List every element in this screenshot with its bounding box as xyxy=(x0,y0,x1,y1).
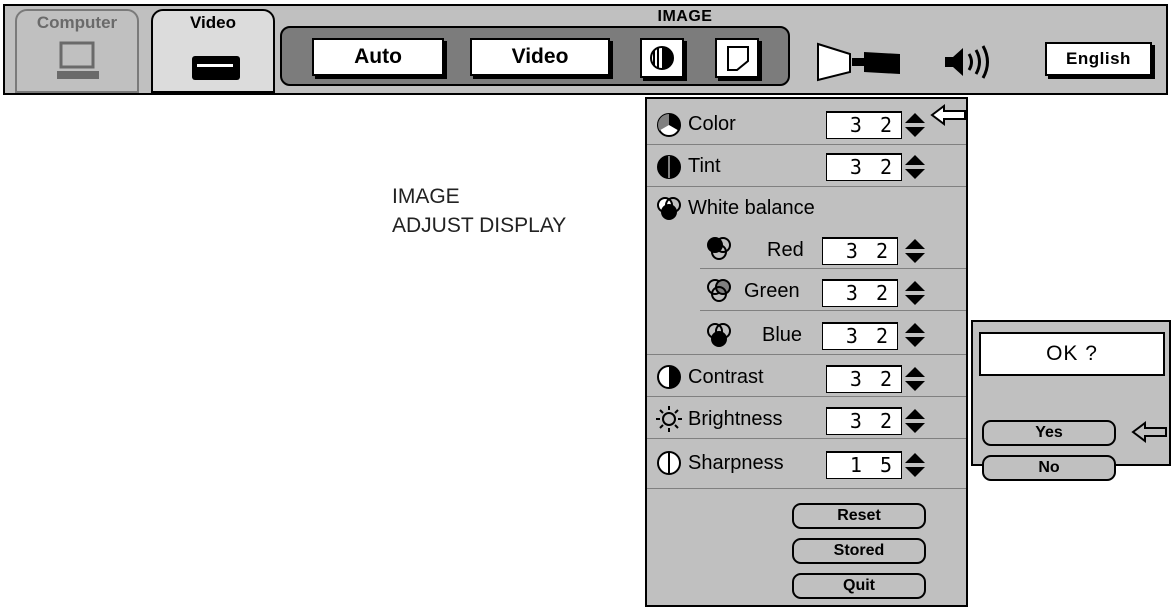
red-spin-icon[interactable] xyxy=(904,238,926,264)
blue-icon xyxy=(707,323,731,347)
green-spin-icon[interactable] xyxy=(904,280,926,306)
color-spin-icon[interactable] xyxy=(904,112,926,138)
white-balance-icon xyxy=(657,197,681,220)
yes-button[interactable]: Yes xyxy=(982,420,1116,446)
color-label: Color xyxy=(688,113,736,135)
selection-arrow-icon xyxy=(930,104,966,126)
blue-label: Blue xyxy=(762,324,803,346)
red-icon xyxy=(707,237,731,260)
green-icon xyxy=(707,279,731,302)
row-divider xyxy=(647,186,966,187)
tab-computer[interactable]: Computer xyxy=(15,9,139,93)
row-divider xyxy=(700,268,966,269)
stored-button[interactable]: Stored xyxy=(792,538,926,564)
tint-value[interactable]: 3 2 xyxy=(826,153,902,181)
screen-icon xyxy=(727,46,749,71)
vcr-icon xyxy=(192,56,240,80)
confirm-prompt: OK ? xyxy=(979,332,1165,376)
screen-button[interactable] xyxy=(715,38,759,78)
image-adjust-icon xyxy=(650,46,674,70)
tint-spin-icon[interactable] xyxy=(904,154,926,180)
red-value[interactable]: 3 2 xyxy=(822,237,898,265)
reset-button[interactable]: Reset xyxy=(792,503,926,529)
menu-title: IMAGE xyxy=(657,8,713,25)
tab-computer-label: Computer xyxy=(36,13,118,32)
image-adjust-button[interactable] xyxy=(640,38,684,78)
caption-title: IMAGE xyxy=(392,185,460,208)
language-button[interactable]: English xyxy=(1045,42,1152,76)
tint-icon xyxy=(657,155,681,179)
contrast-icon xyxy=(657,365,681,389)
row-divider xyxy=(647,488,966,489)
tint-label: Tint xyxy=(688,155,721,177)
sharpness-icon xyxy=(657,451,681,475)
contrast-value[interactable]: 3 2 xyxy=(826,365,902,393)
red-label: Red xyxy=(767,239,804,261)
auto-button[interactable]: Auto xyxy=(312,38,444,76)
sharpness-label: Sharpness xyxy=(688,452,784,474)
row-divider xyxy=(647,438,966,439)
brightness-spin-icon[interactable] xyxy=(904,408,926,434)
green-value[interactable]: 3 2 xyxy=(822,279,898,307)
contrast-spin-icon[interactable] xyxy=(904,366,926,392)
no-button[interactable]: No xyxy=(982,455,1116,481)
green-label: Green xyxy=(744,280,800,302)
sharpness-spin-icon[interactable] xyxy=(904,452,926,478)
tab-video-label: Video xyxy=(190,13,236,32)
speaker-icon[interactable] xyxy=(943,44,1003,80)
tab-video[interactable]: Video xyxy=(151,9,275,93)
sharpness-value[interactable]: 1 5 xyxy=(826,451,902,479)
quit-button[interactable]: Quit xyxy=(792,573,926,599)
row-divider xyxy=(647,354,966,355)
brightness-icon xyxy=(656,406,682,432)
blue-spin-icon[interactable] xyxy=(904,322,926,348)
white-balance-label: White balance xyxy=(688,197,815,219)
row-divider xyxy=(647,144,966,145)
yes-pointer-icon xyxy=(1131,421,1167,443)
blue-value[interactable]: 3 2 xyxy=(822,322,898,350)
caption-subtitle: ADJUST DISPLAY xyxy=(392,214,567,237)
row-divider xyxy=(647,396,966,397)
color-icon xyxy=(657,113,681,137)
monitor-icon xyxy=(57,41,99,79)
color-value[interactable]: 3 2 xyxy=(826,111,902,139)
row-divider xyxy=(700,310,966,311)
brightness-value[interactable]: 3 2 xyxy=(826,407,902,435)
brightness-label: Brightness xyxy=(688,408,783,430)
projector-icon xyxy=(817,42,900,82)
video-mode-button[interactable]: Video xyxy=(470,38,610,76)
contrast-label: Contrast xyxy=(688,366,764,388)
